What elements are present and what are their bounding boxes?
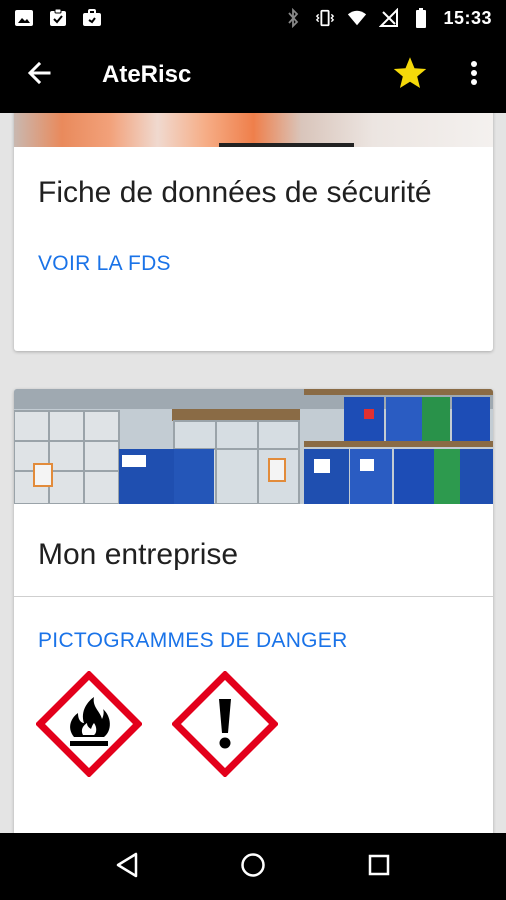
navigation-bar bbox=[0, 833, 506, 900]
exclamation-pictogram-icon[interactable] bbox=[171, 670, 279, 778]
home-circle-icon bbox=[240, 852, 266, 882]
view-sds-link[interactable]: VOIR LA FDS bbox=[14, 252, 493, 276]
clipboard-check-icon bbox=[48, 8, 68, 28]
star-icon bbox=[392, 55, 428, 95]
bluetooth-icon bbox=[283, 8, 303, 28]
chemical-drums-image bbox=[14, 389, 493, 504]
battery-icon bbox=[411, 8, 431, 28]
arrow-left-icon bbox=[27, 60, 53, 90]
company-card: Mon entreprise PICTOGRAMMES DE DANGER bbox=[14, 389, 493, 833]
hazard-pictograms-link[interactable]: PICTOGRAMMES DE DANGER bbox=[14, 629, 493, 653]
briefcase-icon bbox=[82, 8, 102, 28]
wifi-icon bbox=[347, 8, 367, 28]
back-triangle-icon bbox=[115, 852, 139, 882]
app-bar: AteRisc bbox=[0, 36, 506, 113]
status-time: 15:33 bbox=[443, 7, 492, 28]
scroll-content[interactable]: Fiche de données de sécurité VOIR LA FDS bbox=[0, 113, 506, 833]
divider bbox=[14, 596, 493, 597]
workers-image bbox=[14, 113, 493, 147]
no-signal-icon bbox=[379, 8, 399, 28]
status-bar: 15:33 bbox=[0, 0, 506, 36]
sds-card: Fiche de données de sécurité VOIR LA FDS bbox=[14, 113, 493, 351]
favorite-button[interactable] bbox=[388, 53, 432, 97]
pictogram-list bbox=[14, 670, 493, 778]
vibrate-icon bbox=[315, 8, 335, 28]
recents-square-icon bbox=[367, 853, 391, 881]
card-title: Fiche de données de sécurité bbox=[38, 176, 432, 209]
more-vert-icon bbox=[470, 60, 478, 90]
nav-home-button[interactable] bbox=[231, 845, 275, 889]
image-icon bbox=[14, 8, 34, 28]
app-title: AteRisc bbox=[102, 60, 192, 88]
nav-back-button[interactable] bbox=[105, 845, 149, 889]
overflow-menu-button[interactable] bbox=[454, 53, 494, 97]
flammable-pictogram-icon[interactable] bbox=[35, 670, 143, 778]
back-button[interactable] bbox=[20, 55, 60, 95]
nav-recents-button[interactable] bbox=[357, 845, 401, 889]
card-title: Mon entreprise bbox=[38, 538, 239, 571]
